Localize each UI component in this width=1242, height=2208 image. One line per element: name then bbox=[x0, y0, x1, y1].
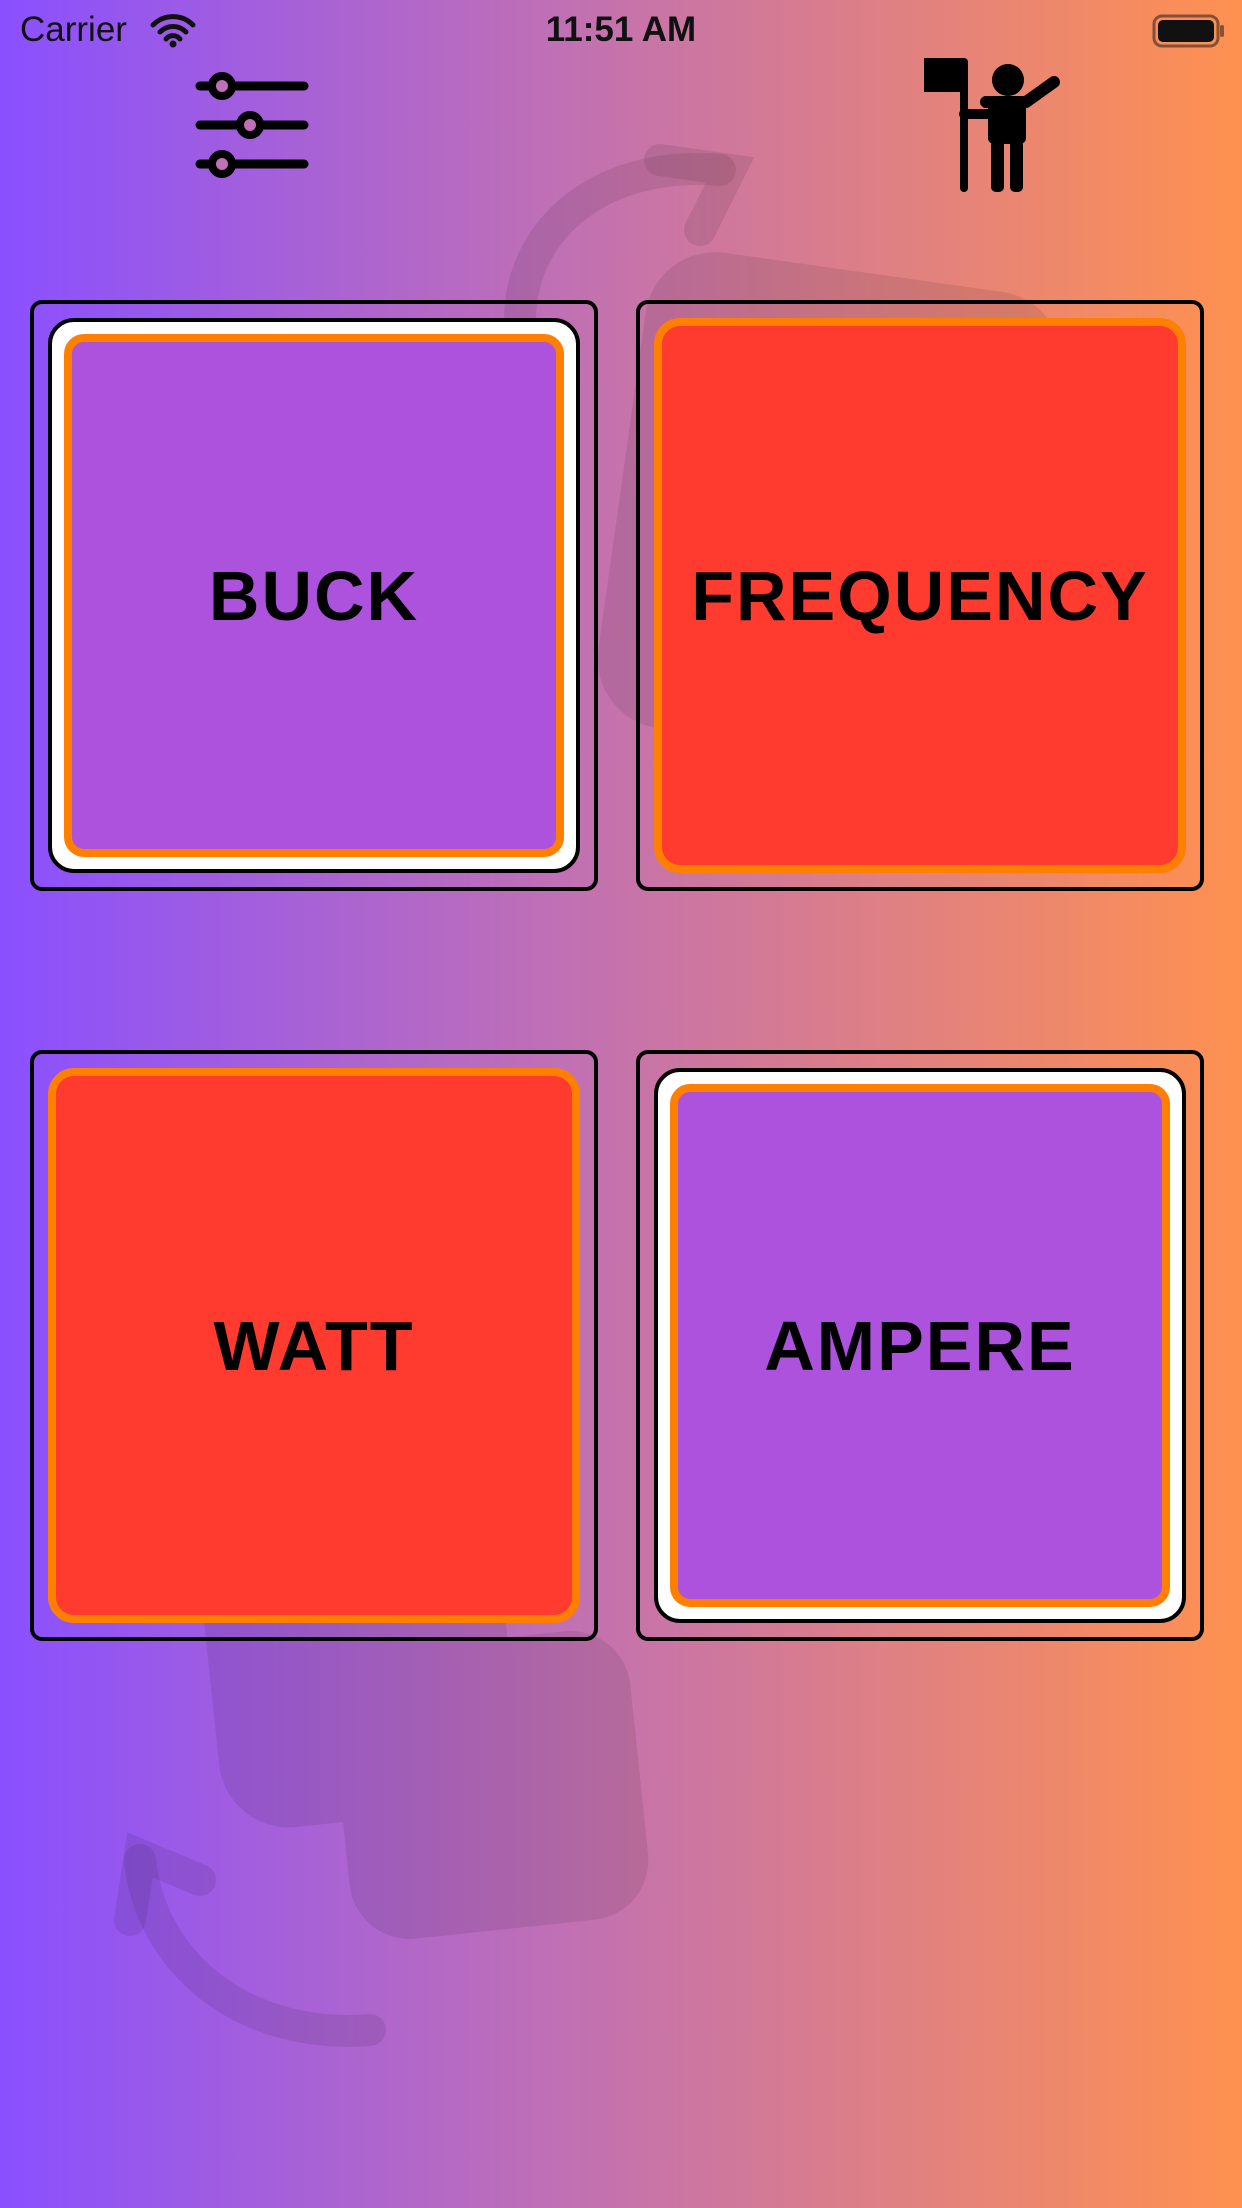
card-label-ampere: AMPERE bbox=[764, 1306, 1076, 1385]
status-time: 11:51 AM bbox=[545, 10, 697, 49]
card-slot-buck: BUCK bbox=[30, 300, 598, 891]
card-ampere[interactable]: AMPERE bbox=[654, 1068, 1186, 1623]
person-with-flag-icon[interactable] bbox=[916, 52, 1066, 196]
card-face: BUCK bbox=[64, 334, 564, 857]
card-slot-ampere: AMPERE bbox=[636, 1050, 1204, 1641]
card-label-watt: WATT bbox=[213, 1306, 415, 1385]
card-label-frequency: FREQUENCY bbox=[691, 556, 1149, 635]
battery-full-icon bbox=[1152, 14, 1224, 48]
sliders-icon[interactable] bbox=[192, 66, 312, 184]
card-watt[interactable]: WATT bbox=[48, 1068, 580, 1623]
card-frequency[interactable]: FREQUENCY bbox=[654, 318, 1186, 873]
card-label-buck: BUCK bbox=[208, 556, 420, 635]
card-slot-frequency: FREQUENCY bbox=[636, 300, 1204, 891]
card-face: AMPERE bbox=[670, 1084, 1170, 1607]
card-slot-watt: WATT bbox=[30, 1050, 598, 1641]
card-buck[interactable]: BUCK bbox=[48, 318, 580, 873]
